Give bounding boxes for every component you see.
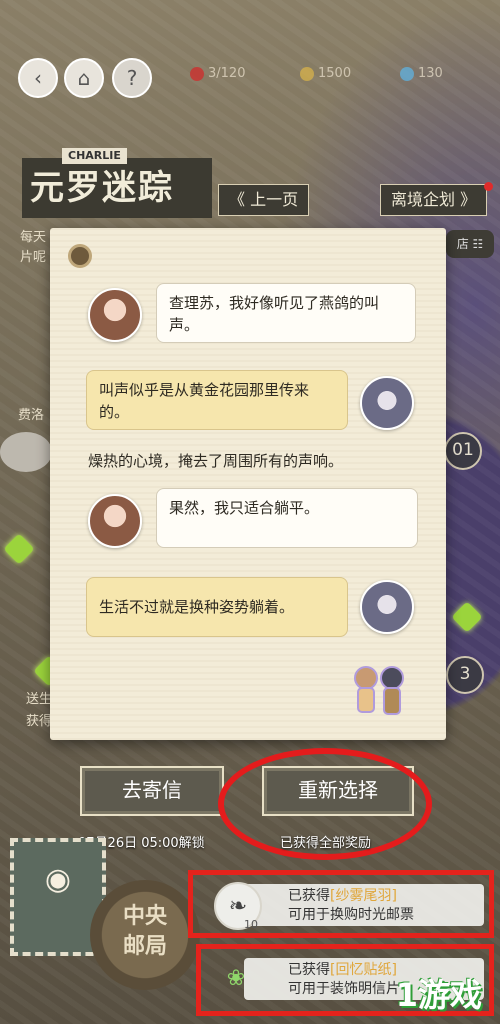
dialogue-bubble-2: 叫声似乎是从黄金花园那里传来的。	[86, 370, 348, 430]
narration-text: 燥热的心境，掩去了周围所有的声响。	[88, 452, 344, 470]
coin-icon	[300, 66, 314, 81]
girl-avatar	[88, 494, 142, 548]
side-text-5: 获得	[26, 714, 53, 729]
dialogue-bubble-4: 生活不过就是换种姿势躺着。	[86, 577, 348, 637]
reward-count: 10	[244, 918, 258, 931]
top-bar: ‹ ⌂ ? 3/120 1500 130	[0, 58, 500, 98]
title-badge: CHARLIE	[62, 148, 127, 164]
eye-icon: ◉	[44, 862, 72, 897]
post-office-seal: 中央 邮局	[90, 880, 200, 990]
diamond-resource: 130	[400, 66, 443, 81]
silver-coin-icon	[0, 432, 52, 472]
side-text-3: 费洛	[18, 408, 45, 423]
prev-page-button[interactable]: 《 上一页	[218, 184, 310, 216]
event-plan-button[interactable]: 离境企划 》	[380, 184, 488, 216]
home-icon[interactable]: ⌂	[64, 58, 104, 98]
send-letter-button[interactable]: 去寄信	[80, 766, 224, 816]
dialogue-bubble-1: 查理苏，我好像听见了燕鸽的叫声。	[156, 283, 416, 343]
help-icon[interactable]: ?	[112, 58, 152, 98]
all-rewards-text: 已获得全部奖励	[280, 836, 372, 851]
side-text-2: 片呢	[20, 250, 47, 265]
notification-dot	[484, 182, 493, 191]
dialogue-bubble-3: 果然，我只适合躺平。	[156, 488, 418, 548]
apple-resource: 3/120	[190, 66, 245, 81]
stage-number-01[interactable]: 01	[444, 432, 482, 470]
diamond-icon	[400, 66, 414, 81]
boy-avatar	[360, 580, 414, 634]
watermark: 1游戏	[395, 976, 482, 1014]
boy-avatar	[360, 376, 414, 430]
event-title: CHARLIE 元罗迷踪	[22, 148, 212, 218]
stage-number-3[interactable]: 3	[446, 656, 484, 694]
pin-icon	[68, 244, 92, 268]
side-text-1: 每天	[20, 230, 47, 245]
coin-resource: 1500	[300, 66, 351, 81]
side-text-4: 送生	[26, 692, 53, 707]
back-icon[interactable]: ‹	[18, 58, 58, 98]
chibi-characters-icon	[354, 666, 404, 715]
reward-row-1: 已获得[纱雾尾羽] 可用于换购时光邮票	[244, 884, 484, 926]
store-button[interactable]: 店 ☷	[446, 230, 494, 258]
sticker-plant-icon: ❀	[226, 965, 246, 991]
apple-icon	[190, 66, 204, 81]
girl-avatar	[88, 288, 142, 342]
